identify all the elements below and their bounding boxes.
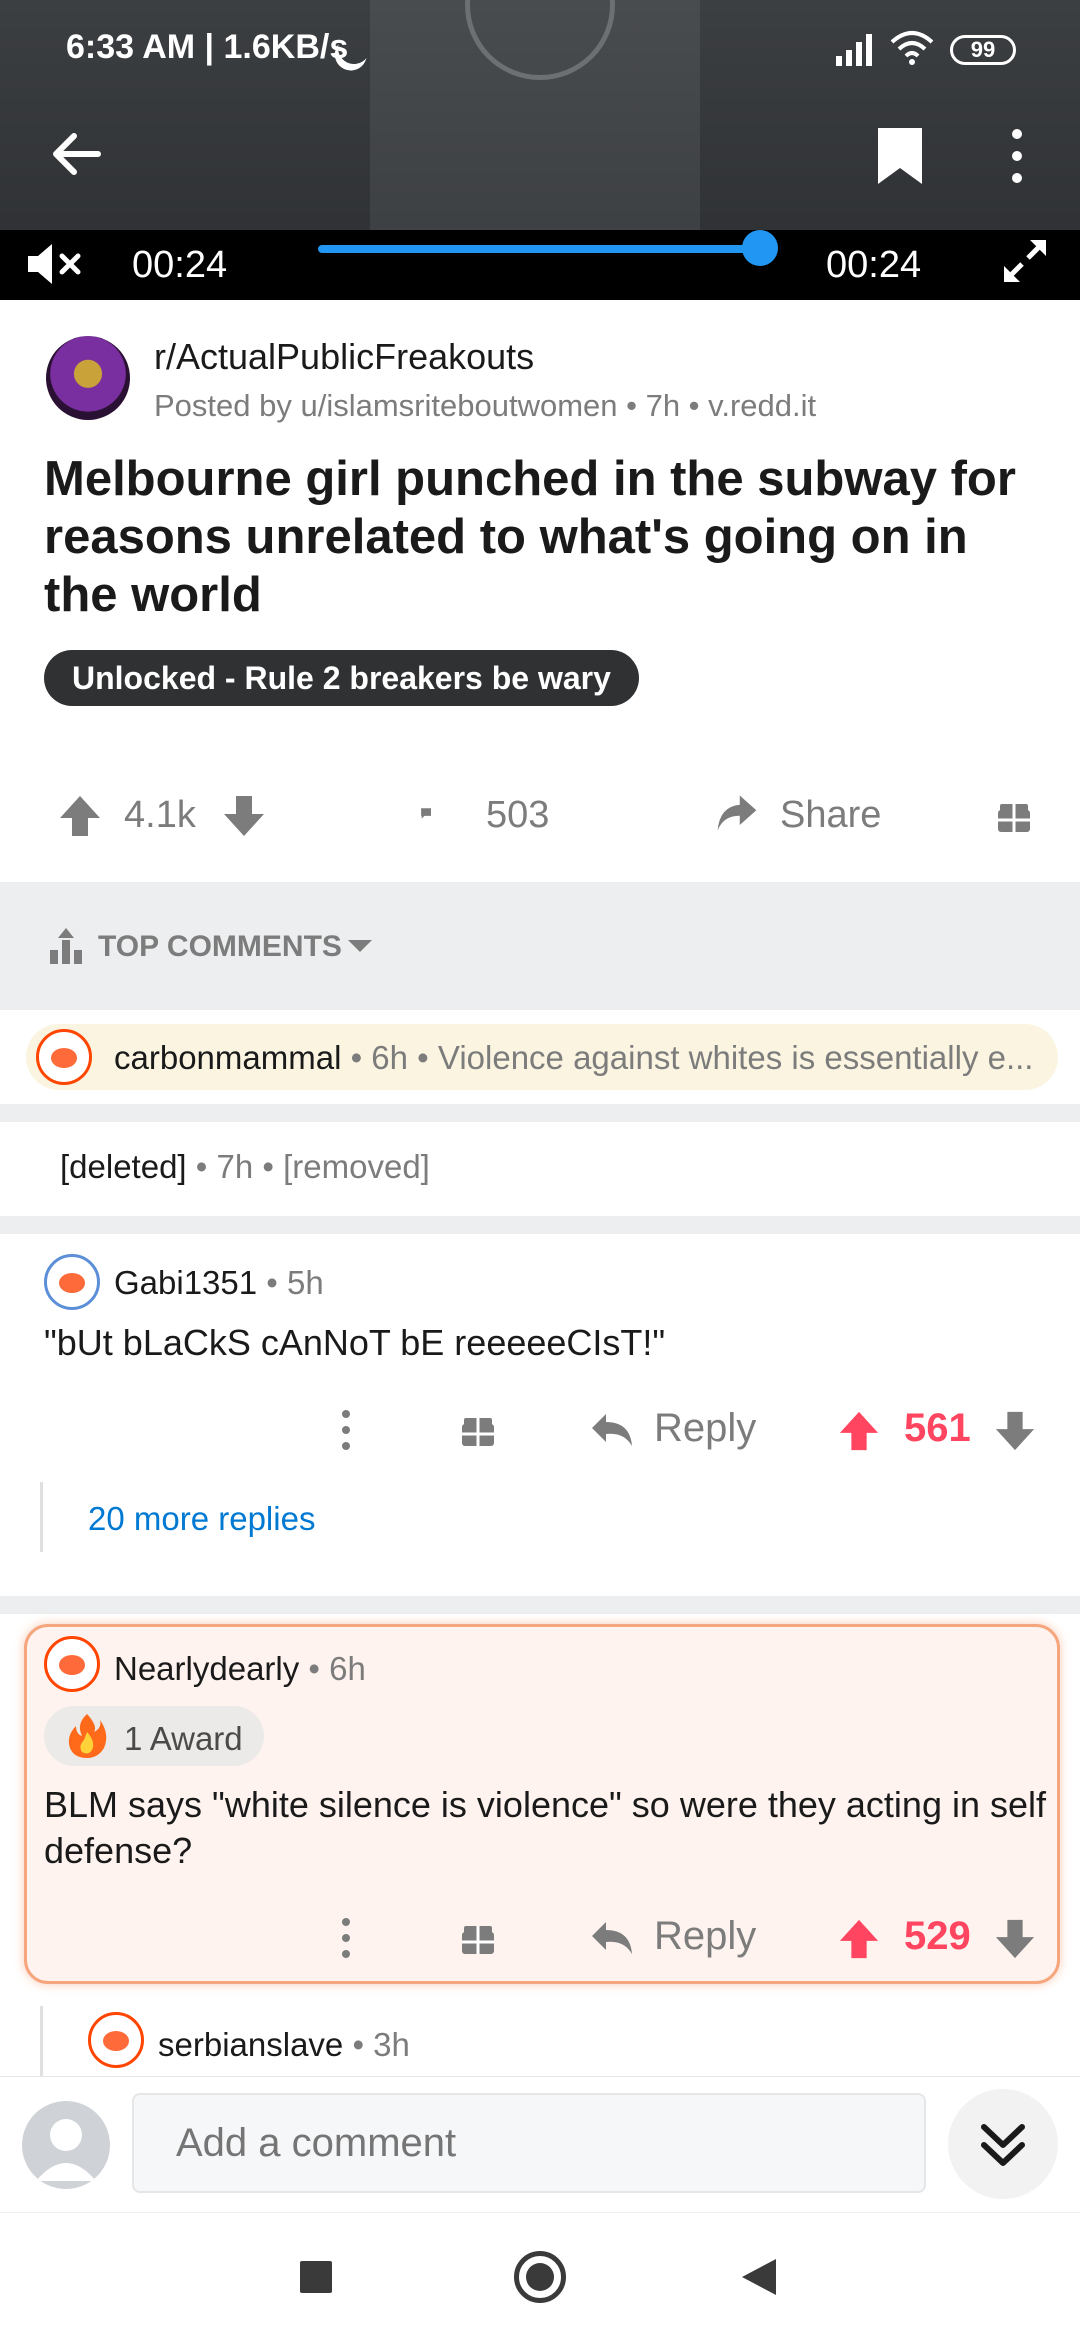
- seek-bar[interactable]: [318, 245, 768, 253]
- downvote-icon[interactable]: [994, 1918, 1036, 1960]
- wifi-icon: [890, 31, 934, 65]
- comment-score: 561: [904, 1406, 971, 1450]
- user-avatar-icon: [36, 1029, 92, 1085]
- comment-author[interactable]: Nearlydearly: [114, 1650, 299, 1687]
- comment-sort-bar[interactable]: TOP COMMENTS: [0, 882, 1080, 1010]
- comment-body: BLM says "white silence is violence" so …: [44, 1784, 1047, 1871]
- award-gift-icon[interactable]: [460, 1920, 496, 1956]
- post-flair[interactable]: Unlocked - Rule 2 breakers be wary: [44, 650, 639, 706]
- current-time: 00:24: [132, 244, 228, 286]
- fire-award-icon: [68, 1714, 107, 1758]
- comment-preview: Violence against whites is essentially e…: [437, 1039, 1034, 1076]
- downvote-icon[interactable]: [994, 1410, 1036, 1452]
- battery-indicator: 99: [950, 35, 1016, 65]
- user-avatar-icon[interactable]: [88, 2012, 144, 2068]
- comment-header: serbianslave • 3h: [158, 2026, 410, 2064]
- sort-label[interactable]: TOP COMMENTS: [98, 930, 342, 964]
- subreddit-name[interactable]: r/ActualPublicFreakouts: [154, 336, 534, 378]
- comment-body: "bUt bLaCkS cAnNoT bE reeeeeCIsT!": [44, 1322, 666, 1363]
- status-bar: 6:33 AM | 1.6KB/s 99: [0, 0, 1080, 100]
- comment-meta: • 6h •: [341, 1039, 438, 1076]
- more-options-icon[interactable]: [1002, 126, 1032, 186]
- user-silhouette-icon: [36, 2119, 96, 2181]
- reply-button[interactable]: Reply: [654, 1406, 756, 1451]
- comment-composer: [0, 2076, 1080, 2210]
- comment-author: [deleted]: [60, 1148, 187, 1185]
- jump-to-next-button[interactable]: [948, 2089, 1058, 2199]
- reply-icon[interactable]: [590, 1918, 634, 1958]
- chevron-down-icon[interactable]: [348, 940, 372, 952]
- signal-icon: [836, 34, 872, 66]
- comments-icon[interactable]: [420, 792, 464, 836]
- award-count: 1 Award: [124, 1720, 243, 1757]
- divider: [0, 1596, 1080, 1614]
- back-arrow-icon[interactable]: [44, 122, 108, 186]
- comment-author[interactable]: serbianslave: [158, 2026, 343, 2063]
- divider: [0, 1216, 1080, 1234]
- post-meta: Posted by u/islamsriteboutwomen • 7h • v…: [154, 388, 817, 423]
- collapsed-comment[interactable]: carbonmammal • 6h • Violence against whi…: [26, 1024, 1058, 1090]
- comment-score: 529: [904, 1914, 971, 1958]
- more-options-icon[interactable]: [340, 1410, 352, 1450]
- comment-body: [removed]: [283, 1148, 430, 1185]
- award-gift-icon[interactable]: [996, 798, 1032, 834]
- upvote-icon[interactable]: [838, 1410, 880, 1452]
- divider: [0, 1104, 1080, 1122]
- comment-header: Nearlydearly • 6h: [114, 1650, 366, 1688]
- thread-line[interactable]: [40, 1482, 43, 1552]
- share-icon[interactable]: [714, 790, 760, 836]
- more-options-icon[interactable]: [340, 1918, 352, 1958]
- back-icon[interactable]: [742, 2259, 776, 2295]
- post-score: 4.1k: [124, 794, 196, 836]
- comment-header: Gabi1351 • 5h: [114, 1264, 324, 1302]
- comment-author[interactable]: carbonmammal: [114, 1039, 341, 1076]
- reply-button[interactable]: Reply: [654, 1914, 756, 1959]
- seek-thumb[interactable]: [742, 230, 778, 266]
- subreddit-avatar[interactable]: [46, 336, 130, 420]
- post-title: Melbourne girl punched in the subway for…: [44, 452, 1016, 622]
- home-icon[interactable]: [514, 2251, 566, 2303]
- post-actions: 4.1k 503 Share: [0, 780, 1080, 852]
- comment-count[interactable]: 503: [486, 794, 549, 837]
- current-user-avatar[interactable]: [22, 2101, 110, 2189]
- comment-age: • 5h: [257, 1264, 324, 1301]
- mute-icon[interactable]: [26, 242, 84, 286]
- deleted-comment[interactable]: [deleted] • 7h • [removed]: [60, 1148, 430, 1186]
- video-controls: 00:24 00:24: [0, 230, 1080, 300]
- recents-icon[interactable]: [300, 2261, 332, 2293]
- total-time: 00:24: [826, 244, 922, 286]
- comment-age: • 6h: [299, 1650, 366, 1687]
- collapsed-comment-text: carbonmammal • 6h • Violence against whi…: [114, 1039, 1033, 1077]
- comment-author[interactable]: Gabi1351: [114, 1264, 257, 1301]
- award-gift-icon[interactable]: [460, 1412, 496, 1448]
- comment-meta: • 7h •: [186, 1148, 284, 1185]
- add-comment-input[interactable]: [132, 2093, 926, 2193]
- status-time: 6:33 AM | 1.6KB/s: [66, 28, 349, 66]
- fullscreen-icon[interactable]: [1000, 236, 1050, 286]
- sort-top-icon: [50, 928, 82, 964]
- comment-age: • 3h: [343, 2026, 410, 2063]
- downvote-icon[interactable]: [222, 794, 266, 838]
- thread-line[interactable]: [40, 2006, 43, 2076]
- video-player[interactable]: 6:33 AM | 1.6KB/s 99 00:24 00:24: [0, 0, 1080, 300]
- upvote-icon[interactable]: [58, 794, 102, 838]
- system-nav-bar: [0, 2212, 1080, 2340]
- double-chevron-down-icon: [981, 2124, 1025, 2166]
- share-button-label[interactable]: Share: [780, 794, 881, 837]
- more-replies-link[interactable]: 20 more replies: [88, 1500, 315, 1538]
- upvote-icon[interactable]: [838, 1918, 880, 1960]
- bookmark-icon[interactable]: [874, 124, 926, 188]
- reply-icon[interactable]: [590, 1410, 634, 1450]
- user-avatar-icon[interactable]: [44, 1254, 100, 1310]
- user-avatar-icon[interactable]: [44, 1636, 100, 1692]
